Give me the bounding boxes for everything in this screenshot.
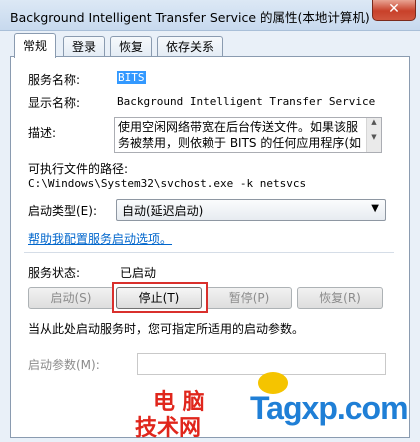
startup-type-value: 自动(延迟启动) xyxy=(122,204,204,218)
service-name-value[interactable]: BITS xyxy=(117,71,146,84)
pause-button[interactable]: 暂停(P) xyxy=(206,287,292,309)
chevron-down-icon: ▼ xyxy=(371,203,379,214)
start-params-label: 启动参数(M): xyxy=(28,358,100,372)
start-params-hint: 当从此处启动服务时，您可指定所适用的启动参数。 xyxy=(28,322,305,336)
description-label: 描述: xyxy=(28,126,57,140)
description-box[interactable]: 使用空闲网络带宽在后台传送文件。如果该服 务被禁用，则依赖于 BITS 的任何应… xyxy=(114,117,382,153)
startup-type-label: 启动类型(E): xyxy=(28,204,97,218)
display-name-value[interactable]: Background Intelligent Transfer Service xyxy=(117,95,375,108)
resume-button[interactable]: 恢复(R) xyxy=(297,287,383,309)
watermark-site: Tagxp.com xyxy=(250,390,409,426)
startup-type-select[interactable]: 自动(延迟启动) ▼ xyxy=(116,199,386,221)
start-button[interactable]: 启动(S) xyxy=(28,287,114,309)
description-line-1: 使用空闲网络带宽在后台传送文件。如果该服 xyxy=(118,120,359,134)
scroll-up-icon[interactable]: ▲ xyxy=(367,118,381,127)
exe-path-label: 可执行文件的路径: xyxy=(28,162,129,176)
help-link[interactable]: 帮助我配置服务启动选项。 xyxy=(28,230,172,247)
start-params-input[interactable] xyxy=(137,353,386,375)
exe-path-value[interactable]: C:\Windows\System32\svchost.exe -k netsv… xyxy=(28,177,306,190)
general-content: 服务名称: BITS 显示名称: Background Intelligent … xyxy=(0,0,420,442)
description-scrollbar[interactable]: ▲ ▼ xyxy=(366,118,381,152)
scroll-down-icon[interactable]: ▼ xyxy=(367,133,381,142)
description-line-2: 务被禁用，则依赖于 BITS 的任何应用程序(如 xyxy=(118,136,362,150)
service-name-label: 服务名称: xyxy=(28,73,81,87)
service-status-value: 已启动 xyxy=(120,266,157,280)
separator xyxy=(24,252,394,253)
watermark-line2: 技术网 xyxy=(135,416,202,441)
stop-highlight-box xyxy=(112,282,208,313)
service-status-label: 服务状态: xyxy=(28,266,81,280)
display-name-label: 显示名称: xyxy=(28,96,81,110)
